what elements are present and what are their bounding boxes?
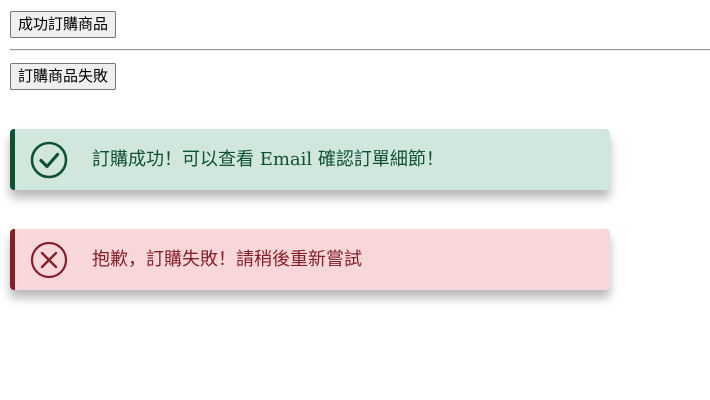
check-circle-icon xyxy=(29,140,69,180)
error-toast-message: 抱歉，訂購失敗！請稍後重新嘗試 xyxy=(92,249,362,270)
order-success-button[interactable]: 成功訂購商品 xyxy=(10,11,117,38)
error-toast: 抱歉，訂購失敗！請稍後重新嘗試 xyxy=(10,229,610,290)
x-circle-icon xyxy=(29,240,69,280)
divider xyxy=(10,49,710,51)
success-toast: 訂購成功！可以查看 Email 確認訂單細節！ xyxy=(10,129,610,190)
order-fail-button[interactable]: 訂購商品失敗 xyxy=(10,63,117,90)
success-toast-message: 訂購成功！可以查看 Email 確認訂單細節！ xyxy=(92,149,444,170)
